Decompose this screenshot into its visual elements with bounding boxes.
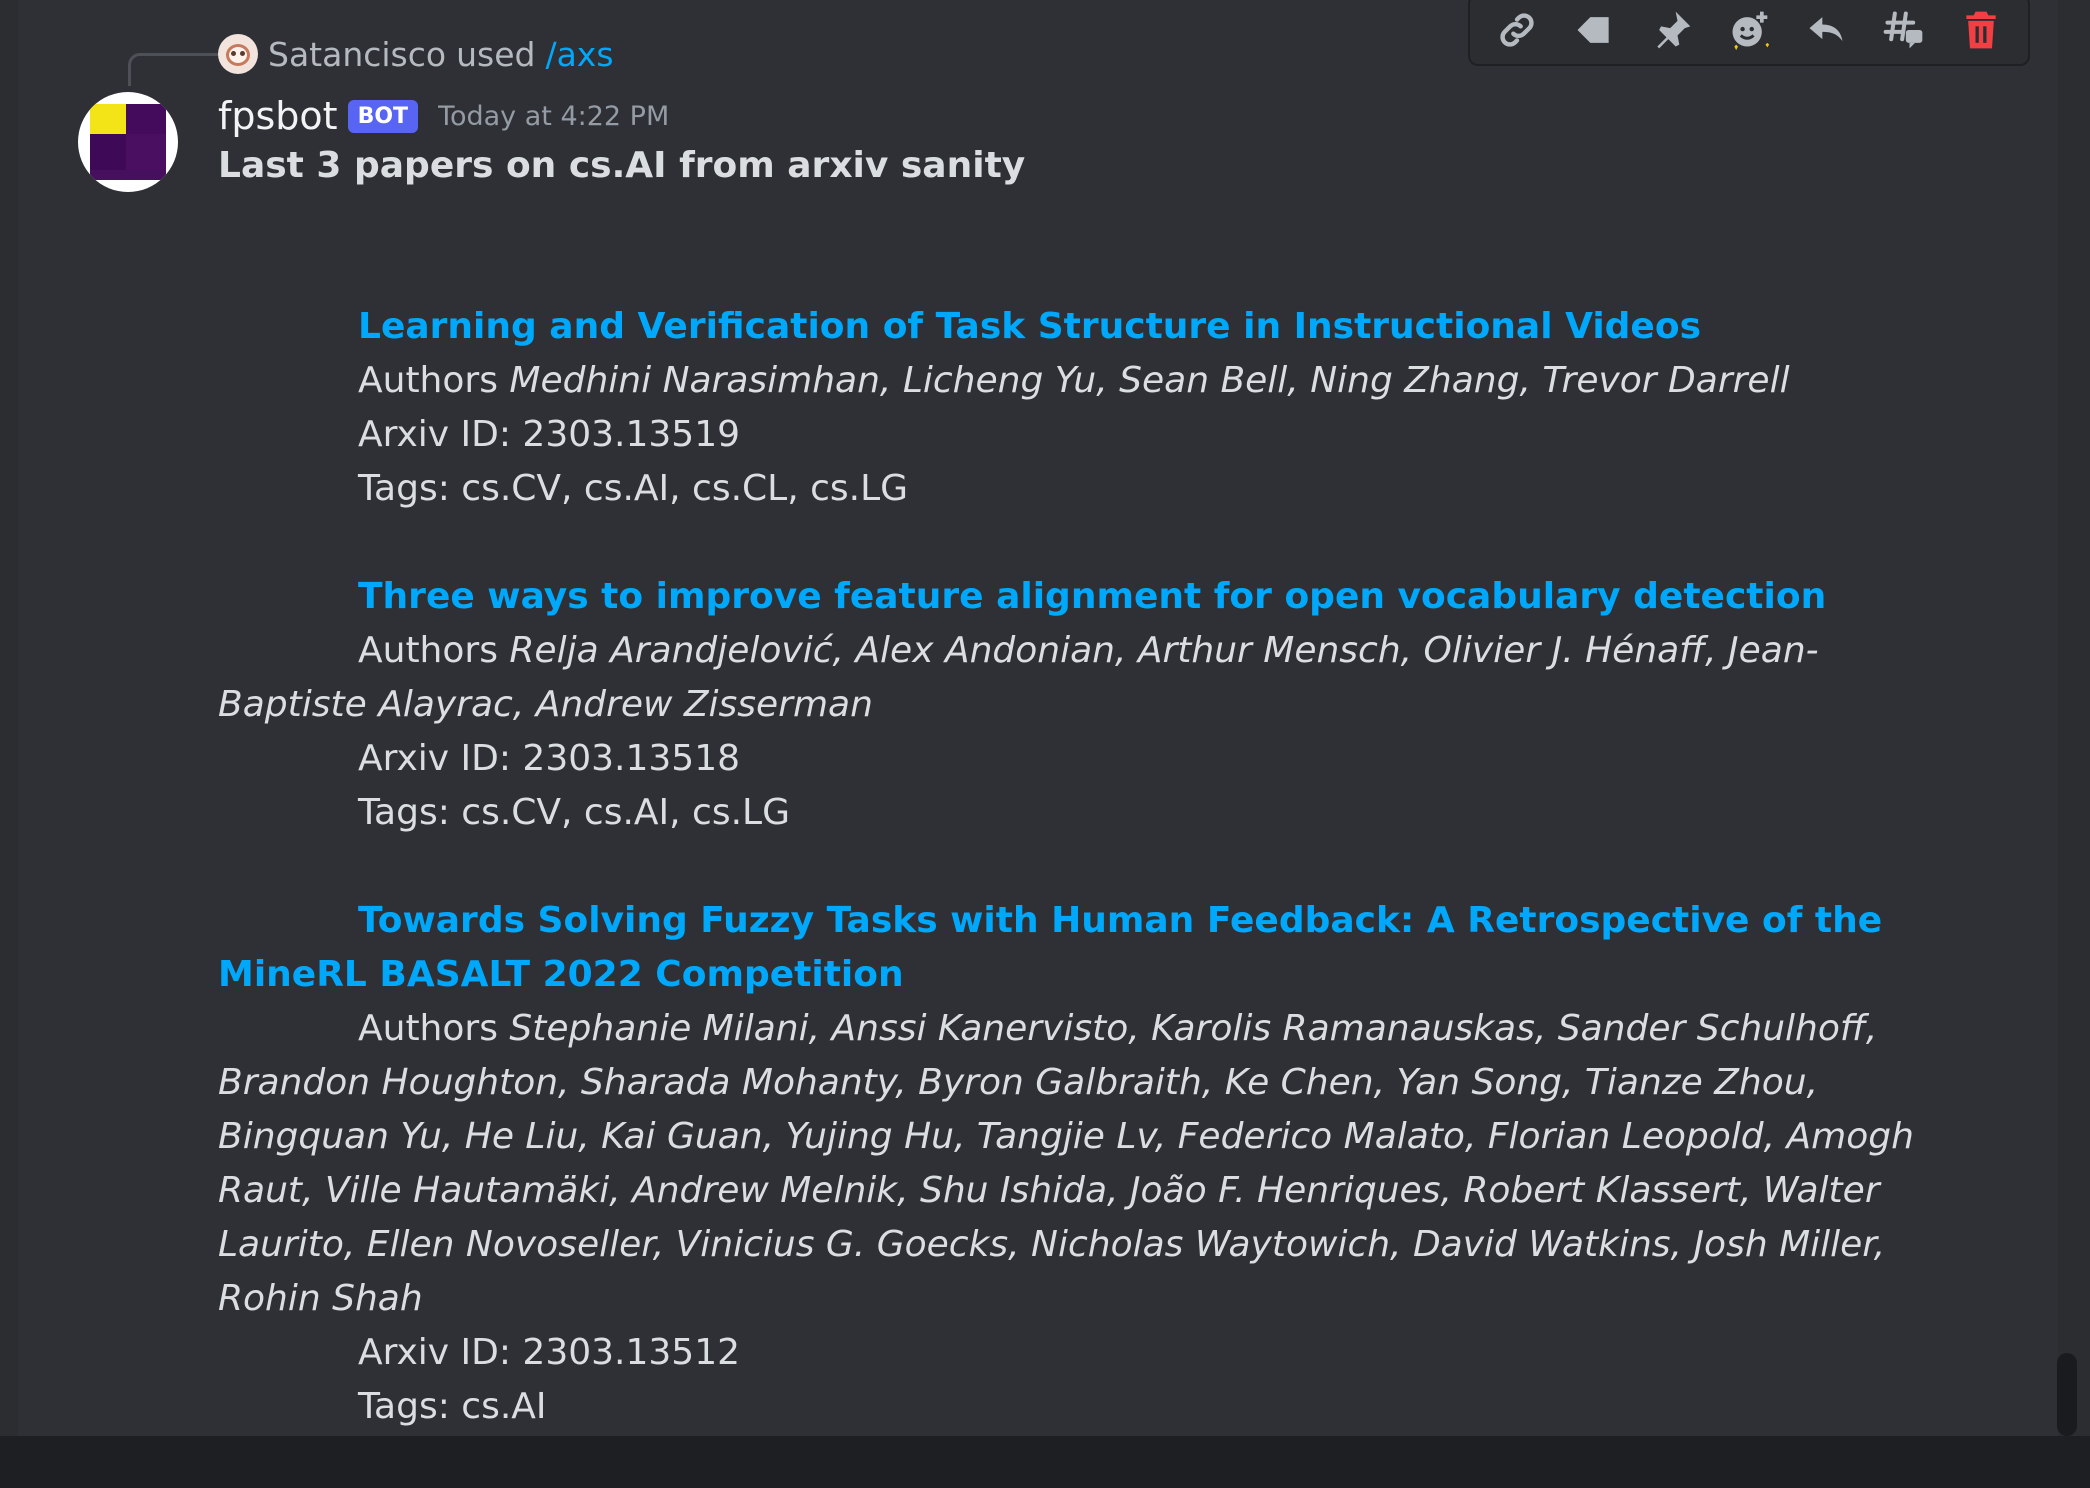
interaction-used-text: used: [456, 34, 536, 74]
authors-label: Authors: [358, 1008, 498, 1049]
scrollbar-thumb[interactable]: [2057, 1353, 2077, 1436]
message-headline: Last 3 papers on cs.AI from arxiv sanity: [218, 145, 1026, 186]
tag-icon: [1577, 17, 1609, 43]
create-thread-button[interactable]: [1872, 0, 1936, 62]
command-interaction: Satancisco used /axs: [218, 32, 614, 76]
pin-icon: [1656, 11, 1690, 49]
paper-title-link[interactable]: Towards Solving Fuzzy Tasks with Human F…: [218, 894, 1938, 1002]
paper-entry: Towards Solving Fuzzy Tasks with Human F…: [218, 894, 1938, 1434]
paper-tags: Tags: cs.CV, cs.AI, cs.CL, cs.LG: [358, 468, 909, 509]
create-thread-icon: [1883, 11, 1923, 49]
paper-authors: Authors Medhini Narasimhan, Licheng Yu, …: [218, 354, 1938, 408]
paper-authors: Authors Relja Arandjelović, Alex Andonia…: [218, 624, 1938, 732]
paper-title-link[interactable]: Three ways to improve feature alignment …: [218, 570, 1938, 624]
message-action-toolbar: [1468, 0, 2030, 66]
paper-entry: Learning and Verification of Task Struct…: [218, 300, 1938, 516]
message-list: Satancisco used /axs fpsbot BOT Today at…: [18, 0, 2058, 1436]
scrollbar-track[interactable]: [2058, 0, 2090, 1436]
interaction-command[interactable]: /axs: [545, 35, 613, 74]
paper-arxiv-id: Arxiv ID: 2303.13512: [358, 1332, 741, 1373]
message-content: Learning and Verification of Task Struct…: [218, 300, 1938, 1488]
add-reaction-button[interactable]: [1717, 0, 1781, 62]
message-username[interactable]: fpsbot: [218, 94, 338, 138]
paper-entry: Three ways to improve feature alignment …: [218, 570, 1938, 840]
pin-button[interactable]: [1640, 0, 1704, 62]
paper-authors: Authors Stephanie Milani, Anssi Kanervis…: [218, 1002, 1938, 1326]
authors-label: Authors: [358, 630, 498, 671]
delete-icon: [1966, 11, 1996, 49]
left-edge: [0, 0, 18, 1436]
link-icon: [1500, 13, 1534, 47]
bot-avatar[interactable]: [78, 92, 178, 192]
tag-button[interactable]: [1562, 0, 1626, 62]
delete-button[interactable]: [1949, 0, 2013, 62]
authors-names: Stephanie Milani, Anssi Kanervisto, Karo…: [218, 1008, 1914, 1319]
authors-names: Medhini Narasimhan, Licheng Yu, Sean Bel…: [509, 360, 1790, 401]
copy-link-button[interactable]: [1485, 0, 1549, 62]
message-header: fpsbot BOT Today at 4:22 PM: [218, 92, 669, 140]
bot-badge: BOT: [347, 99, 419, 133]
interaction-user-name[interactable]: Satancisco: [268, 35, 446, 74]
paper-arxiv-id: Arxiv ID: 2303.13518: [358, 738, 741, 779]
paper-title-link[interactable]: Learning and Verification of Task Struct…: [218, 300, 1938, 354]
reply-icon: [1809, 17, 1843, 41]
message-timestamp[interactable]: Today at 4:22 PM: [438, 101, 669, 132]
paper-arxiv-id: Arxiv ID: 2303.13519: [358, 414, 741, 455]
reply-button[interactable]: [1794, 0, 1858, 62]
authors-label: Authors: [358, 360, 498, 401]
interaction-user-avatar[interactable]: [218, 34, 258, 74]
add-reaction-icon: [1732, 11, 1770, 51]
paper-tags: Tags: cs.AI: [358, 1386, 547, 1427]
reply-spine: [128, 53, 221, 86]
paper-tags: Tags: cs.CV, cs.AI, cs.LG: [358, 792, 790, 833]
